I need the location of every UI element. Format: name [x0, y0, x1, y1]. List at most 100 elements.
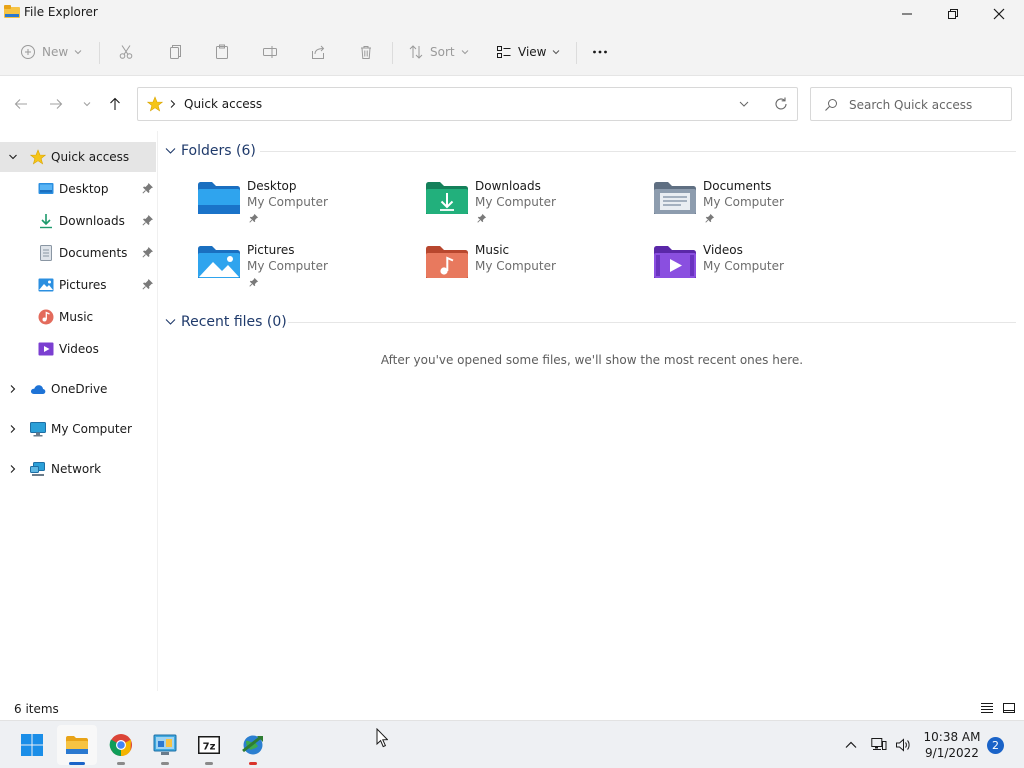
folders-section-header[interactable]: Folders (6) — [165, 143, 256, 159]
new-button[interactable]: New — [20, 40, 82, 64]
restore-button[interactable] — [930, 0, 976, 28]
sidebar-item-label: Downloads — [59, 214, 125, 228]
notification-badge[interactable]: 2 — [987, 737, 1004, 754]
chevron-up-icon[interactable] — [843, 737, 859, 753]
taskbar-chrome[interactable] — [101, 725, 141, 765]
taskbar-file-explorer[interactable] — [57, 725, 97, 765]
chevron-right-icon[interactable] — [8, 424, 18, 434]
address-bar[interactable]: Quick access — [137, 87, 798, 121]
taskbar-globe-app[interactable] — [233, 725, 273, 765]
svg-text:7z: 7z — [203, 742, 216, 753]
minimize-button[interactable] — [884, 0, 930, 28]
taskbar-control-panel[interactable] — [145, 725, 185, 765]
music-icon — [38, 309, 54, 325]
refresh-icon[interactable] — [773, 96, 789, 112]
onedrive-icon — [30, 385, 46, 394]
pictures-icon — [38, 278, 54, 292]
pane-divider[interactable] — [157, 131, 158, 691]
sidebar-item-desktop[interactable]: Desktop — [0, 174, 156, 204]
cut-button[interactable] — [118, 40, 134, 64]
downloads-icon — [40, 214, 52, 229]
sidebar-item-quick-access[interactable]: Quick access — [0, 142, 156, 172]
control-panel-icon — [153, 734, 177, 755]
forward-button[interactable] — [47, 95, 65, 113]
chevron-down-icon — [165, 319, 176, 325]
pin-icon — [142, 247, 153, 258]
rename-button[interactable] — [262, 40, 278, 64]
sort-icon — [409, 45, 423, 59]
folder-name: Videos — [703, 243, 743, 257]
sidebar-item-label: Desktop — [59, 182, 109, 196]
toolbar-separator — [576, 42, 577, 64]
folder-tile-pictures[interactable]: Pictures My Computer — [197, 243, 397, 299]
folder-tile-videos[interactable]: Videos My Computer — [653, 243, 853, 299]
volume-icon[interactable] — [895, 737, 911, 753]
navigation-pane: Quick access Desktop Downloads Documents… — [0, 131, 158, 691]
chevron-right-icon[interactable] — [8, 464, 18, 474]
sidebar-item-label: OneDrive — [51, 382, 108, 396]
breadcrumb[interactable]: Quick access — [184, 97, 262, 111]
large-icons-view-icon[interactable] — [1002, 701, 1016, 715]
recent-section-title: Recent files (0) — [181, 314, 287, 330]
folder-location: My Computer — [703, 195, 784, 209]
close-button[interactable] — [976, 0, 1022, 28]
folder-tile-documents[interactable]: Documents My Computer — [653, 179, 853, 235]
more-icon — [593, 50, 607, 54]
videos-icon — [38, 342, 54, 356]
star-icon — [30, 149, 46, 165]
recent-locations-button[interactable] — [78, 95, 96, 113]
view-button[interactable]: View — [496, 40, 560, 64]
chevron-down-icon — [83, 102, 91, 107]
sidebar-item-label: Videos — [59, 342, 99, 356]
command-bar: New Sort View — [0, 28, 1024, 76]
folder-tile-downloads[interactable]: Downloads My Computer — [425, 179, 625, 235]
file-explorer-icon — [66, 736, 88, 754]
sidebar-item-downloads[interactable]: Downloads — [0, 206, 156, 236]
address-row: Quick access — [0, 77, 1024, 131]
desktop-folder-icon — [198, 182, 240, 214]
back-button[interactable] — [12, 95, 30, 113]
chevron-down-icon[interactable] — [738, 99, 750, 109]
up-button[interactable] — [106, 95, 124, 113]
copy-button[interactable] — [166, 40, 182, 64]
clock[interactable]: 10:38 AM 9/1/2022 — [920, 729, 984, 761]
sidebar-item-music[interactable]: Music — [0, 302, 156, 332]
documents-icon — [40, 245, 52, 261]
sidebar-item-onedrive[interactable]: OneDrive — [0, 374, 156, 404]
search-icon — [825, 99, 837, 111]
folder-location: My Computer — [247, 259, 328, 273]
delete-button[interactable] — [358, 40, 374, 64]
sidebar-item-network[interactable]: Network — [0, 454, 156, 484]
search-input[interactable] — [849, 96, 1004, 114]
search-box[interactable] — [810, 87, 1012, 121]
recent-section-header[interactable]: Recent files (0) — [165, 314, 287, 330]
start-button[interactable] — [12, 725, 52, 765]
computer-icon — [30, 422, 46, 437]
running-app-indicator — [205, 762, 213, 765]
sidebar-item-label: Documents — [59, 246, 128, 260]
pictures-folder-icon — [198, 246, 240, 278]
folder-name: Documents — [703, 179, 772, 193]
folder-location: My Computer — [703, 259, 784, 273]
share-button[interactable] — [310, 40, 326, 64]
taskbar: 7z 10:38 AM 9/1/2022 2 — [0, 720, 1024, 768]
network-globe-icon — [242, 735, 263, 755]
folder-tile-desktop[interactable]: Desktop My Computer — [197, 179, 397, 235]
chevron-right-icon[interactable] — [8, 384, 18, 394]
pin-icon — [142, 183, 153, 194]
sort-button[interactable]: Sort — [408, 40, 469, 64]
details-view-icon[interactable] — [980, 701, 994, 715]
status-bar: 6 items — [0, 697, 1024, 719]
folder-tile-music[interactable]: Music My Computer — [425, 243, 625, 299]
chevron-down-icon[interactable] — [8, 152, 18, 162]
see-more-button[interactable] — [592, 40, 608, 64]
paste-button[interactable] — [214, 40, 230, 64]
network-status-icon[interactable] — [871, 737, 887, 753]
sidebar-item-documents[interactable]: Documents — [0, 238, 156, 268]
section-divider — [260, 151, 1016, 152]
sidebar-item-my-computer[interactable]: My Computer — [0, 414, 156, 444]
sidebar-item-pictures[interactable]: Pictures — [0, 270, 156, 300]
start-icon — [21, 734, 43, 756]
taskbar-7zip[interactable]: 7z — [189, 725, 229, 765]
sidebar-item-videos[interactable]: Videos — [0, 334, 156, 364]
